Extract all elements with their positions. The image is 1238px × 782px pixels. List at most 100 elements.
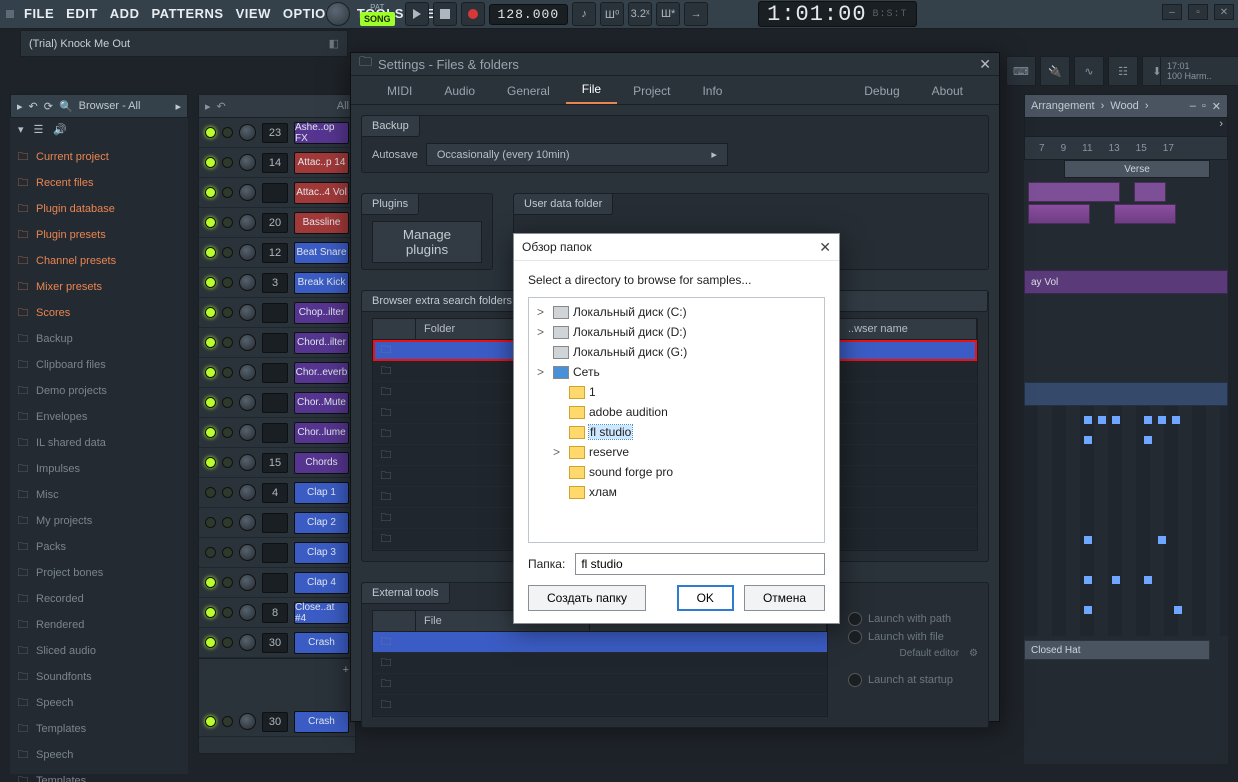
- channel-row[interactable]: Chord..ilter: [199, 328, 355, 358]
- browser-item[interactable]: 🗀Envelopes: [10, 404, 188, 430]
- channel-row[interactable]: Chor..lume: [199, 418, 355, 448]
- channel-number[interactable]: [262, 303, 288, 323]
- channel-pan-knob[interactable]: [239, 364, 256, 381]
- close-button[interactable]: ✕: [1214, 4, 1234, 20]
- channel-number[interactable]: 15: [262, 453, 288, 473]
- channel-led[interactable]: [205, 427, 216, 438]
- channel-row[interactable]: Attac..4 Vol: [199, 178, 355, 208]
- channel-led[interactable]: [205, 217, 216, 228]
- channel-button[interactable]: Chor..Mute: [294, 392, 349, 414]
- channel-row[interactable]: Clap 2: [199, 508, 355, 538]
- ok-button[interactable]: OK: [677, 585, 734, 611]
- add-channel-button[interactable]: +: [199, 658, 355, 681]
- browser-item[interactable]: 🗀Rendered: [10, 612, 188, 638]
- audio-clip[interactable]: [1028, 204, 1090, 224]
- folder-tree[interactable]: >Локальный диск (C:)>Локальный диск (D:)…: [528, 297, 825, 543]
- channel-button[interactable]: Chop..ilter: [294, 302, 349, 324]
- browser-item[interactable]: 🗀Demo projects: [10, 378, 188, 404]
- main-volume-knob[interactable]: [326, 2, 350, 26]
- play-button[interactable]: [405, 2, 429, 26]
- tempo-display[interactable]: 128.000: [489, 4, 569, 25]
- browser-item[interactable]: 🗀Packs: [10, 534, 188, 560]
- channel-mute-led[interactable]: [222, 487, 233, 498]
- clip[interactable]: [1028, 182, 1120, 202]
- channel-mute-led[interactable]: [222, 427, 233, 438]
- channel-row[interactable]: Clap 4: [199, 568, 355, 598]
- channel-mute-led[interactable]: [222, 547, 233, 558]
- channel-pan-knob[interactable]: [239, 454, 256, 471]
- channel-button[interactable]: Clap 3: [294, 542, 349, 564]
- list-icon[interactable]: ☰: [34, 123, 44, 136]
- channel-filter[interactable]: All: [337, 100, 349, 112]
- channel-row[interactable]: 30Crash: [199, 707, 355, 737]
- tree-node[interactable]: хлам: [531, 482, 822, 502]
- channel-number[interactable]: [262, 513, 288, 533]
- tab-midi[interactable]: MIDI: [371, 78, 428, 104]
- browser-item[interactable]: 🗀Backup: [10, 326, 188, 352]
- external-tool-row[interactable]: 🗀: [373, 695, 827, 716]
- channel-led[interactable]: [205, 716, 216, 727]
- refresh-icon[interactable]: ⟳: [44, 100, 53, 113]
- channel-mute-led[interactable]: [222, 637, 233, 648]
- channel-pan-knob[interactable]: [239, 634, 256, 651]
- channel-number[interactable]: 20: [262, 213, 288, 233]
- undo-icon[interactable]: ↶: [217, 100, 226, 113]
- channel-number[interactable]: 8: [262, 603, 288, 623]
- channel-row[interactable]: Chop..ilter: [199, 298, 355, 328]
- tree-node[interactable]: >Локальный диск (C:): [531, 302, 822, 322]
- channel-button[interactable]: Clap 2: [294, 512, 349, 534]
- expand-chevron-icon[interactable]: >: [537, 305, 549, 319]
- channel-mute-led[interactable]: [222, 247, 233, 258]
- record-button[interactable]: [461, 2, 485, 26]
- channel-number[interactable]: 23: [262, 123, 288, 143]
- channel-led[interactable]: [205, 577, 216, 588]
- menu-add[interactable]: ADD: [104, 0, 146, 28]
- channel-button[interactable]: Chor..everb: [294, 362, 349, 384]
- channel-mute-led[interactable]: [222, 457, 233, 468]
- browser-item[interactable]: 🗀Misc: [10, 482, 188, 508]
- playlist-scroll[interactable]: ›: [1024, 118, 1228, 137]
- browser-item[interactable]: 🗀Speech: [10, 742, 188, 768]
- channel-mute-led[interactable]: [222, 367, 233, 378]
- channel-mute-led[interactable]: [222, 187, 233, 198]
- browser-item[interactable]: 🗀Soundfonts: [10, 664, 188, 690]
- time-marker-verse[interactable]: Verse: [1064, 160, 1210, 178]
- manage-plugins-button[interactable]: Manage plugins: [372, 221, 482, 263]
- browser-item[interactable]: 🗀IL shared data: [10, 430, 188, 456]
- browser-item[interactable]: 🗀Recent files: [10, 170, 188, 196]
- channel-number[interactable]: 30: [262, 712, 288, 732]
- browser-item[interactable]: 🗀Project bones: [10, 560, 188, 586]
- channel-mute-led[interactable]: [222, 157, 233, 168]
- channel-button[interactable]: Clap 4: [294, 572, 349, 594]
- browser-item[interactable]: 🗀Impulses: [10, 456, 188, 482]
- tab-audio[interactable]: Audio: [428, 78, 491, 104]
- browser-item[interactable]: 🗀Clipboard files: [10, 352, 188, 378]
- channel-mute-led[interactable]: [222, 517, 233, 528]
- channel-row[interactable]: Chor..everb: [199, 358, 355, 388]
- channel-button[interactable]: Attac..p 14: [294, 152, 349, 174]
- cancel-button[interactable]: Отмена: [744, 585, 825, 611]
- tab-debug[interactable]: Debug: [848, 78, 915, 104]
- breadcrumb-arrangement[interactable]: Arrangement: [1031, 100, 1095, 112]
- channel-row[interactable]: 14Attac..p 14: [199, 148, 355, 178]
- browser-item[interactable]: 🗀Speech: [10, 690, 188, 716]
- channel-led[interactable]: [205, 607, 216, 618]
- channel-pan-knob[interactable]: [239, 713, 256, 730]
- channel-pan-knob[interactable]: [239, 124, 256, 141]
- plug-icon[interactable]: 🔌: [1040, 56, 1070, 86]
- win-close-icon[interactable]: ✕: [819, 239, 831, 256]
- tree-node[interactable]: >Локальный диск (D:): [531, 322, 822, 342]
- channel-button[interactable]: Ashe..op FX: [294, 122, 349, 144]
- track-label[interactable]: ay Vol: [1024, 270, 1228, 294]
- wait-icon[interactable]: 3.2ˣ: [628, 2, 652, 26]
- channel-led[interactable]: [205, 367, 216, 378]
- channel-number[interactable]: 3: [262, 273, 288, 293]
- minimize-button[interactable]: –: [1162, 4, 1182, 20]
- channel-led[interactable]: [205, 397, 216, 408]
- browser-item[interactable]: 🗀Templates: [10, 716, 188, 742]
- channel-pan-knob[interactable]: [239, 514, 256, 531]
- expand-chevron-icon[interactable]: >: [553, 445, 565, 459]
- channel-row[interactable]: 8Close..at #4: [199, 598, 355, 628]
- views-icon[interactable]: ☷: [1108, 56, 1138, 86]
- back-icon[interactable]: ↶: [29, 100, 38, 113]
